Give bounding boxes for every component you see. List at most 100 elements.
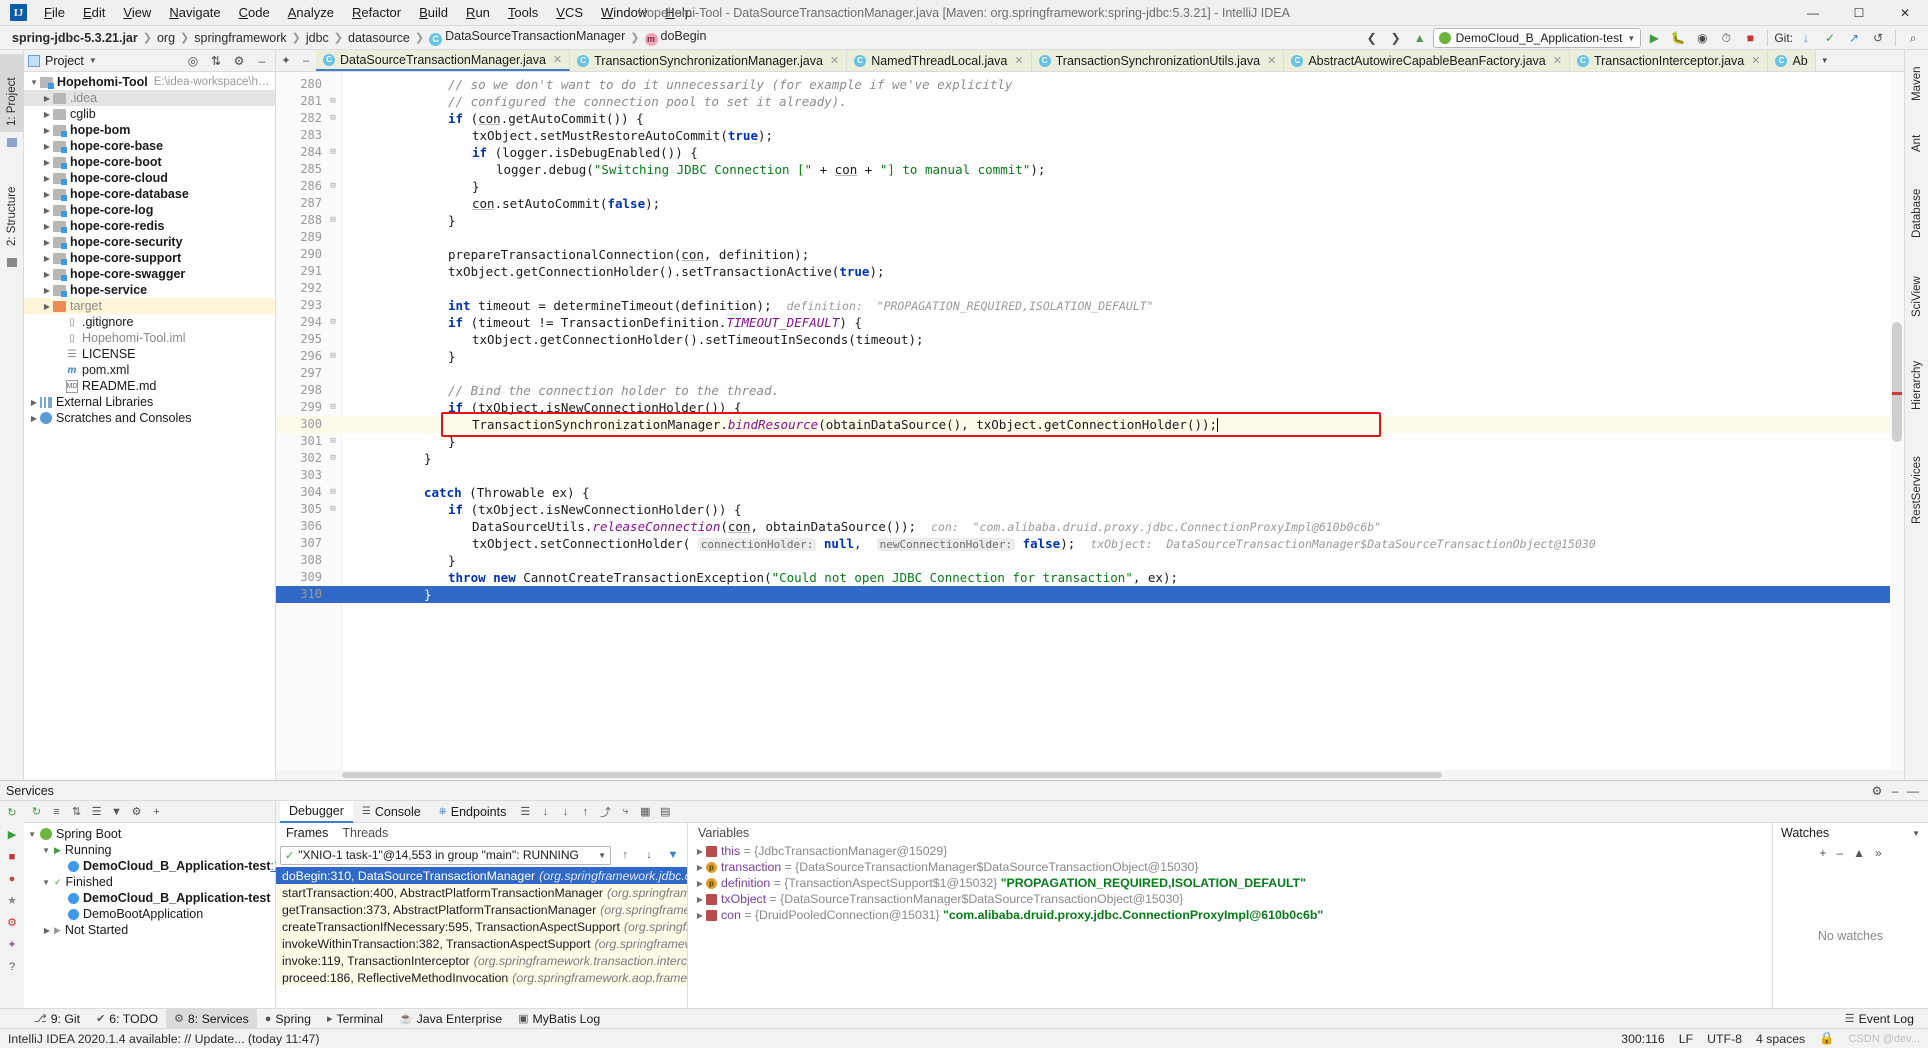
help-icon[interactable]: ? <box>5 959 20 974</box>
project-tree-item[interactable]: ▶ hope-core-database <box>24 186 275 202</box>
expand-arrow-icon[interactable]: ▶ <box>41 254 53 263</box>
close-tab-icon[interactable]: ✕ <box>553 53 562 66</box>
minimize-button[interactable]: — <box>1790 0 1836 26</box>
group-icon[interactable]: ☰ <box>88 803 105 820</box>
breadcrumb-item-2[interactable]: springframework <box>190 31 290 45</box>
project-tree-item[interactable]: ▶ Scratches and Consoles <box>24 410 275 426</box>
maximize-button[interactable]: ☐ <box>1836 0 1882 26</box>
menu-item-run[interactable]: Run <box>457 2 499 23</box>
hide-icon[interactable]: – <box>253 52 271 70</box>
chevron-down-icon[interactable]: ▼ <box>1912 829 1920 838</box>
expand-all-icon[interactable]: ≡ <box>48 803 65 820</box>
expand-arrow-icon[interactable]: ▶ <box>41 94 53 103</box>
services-tree-item[interactable]: DemoCloud_B_Application-test <box>24 890 275 906</box>
frames-list[interactable]: doBegin:310, DataSourceTransactionManage… <box>276 867 687 986</box>
code-fold-icon[interactable]: ⊟ <box>328 351 338 361</box>
settings-icon[interactable]: ⚙ <box>230 52 248 70</box>
settings-icon[interactable]: ⚙ <box>1868 782 1886 800</box>
frame-row[interactable]: getTransaction:373, AbstractPlatformTran… <box>276 901 687 918</box>
main-menu[interactable]: File Edit View Navigate Code Analyze Refactor B… <box>35 2 701 23</box>
services-tree-item[interactable]: ▶ ▶ Not Started <box>24 922 275 938</box>
editor-tab-2[interactable]: C NamedThreadLocal.java ✕ <box>847 50 1032 71</box>
tool-window-java-enterprise[interactable]: ☕ Java Enterprise <box>391 1009 510 1029</box>
variable-row[interactable]: ▶ p transaction = {DataSourceTransactionMa… <box>688 859 1772 875</box>
close-tab-icon[interactable]: ✕ <box>1267 54 1276 67</box>
project-tree-item[interactable]: ▯ .gitignore <box>24 314 275 330</box>
menu-item-file[interactable]: File <box>35 2 74 23</box>
code-line[interactable]: txObject.getConnectionHolder().setTimeou… <box>472 331 924 348</box>
code-line[interactable]: txObject.setMustRestoreAutoCommit(true); <box>472 127 773 144</box>
build-icon[interactable]: ▲ <box>1409 27 1431 49</box>
sidebar-item-project[interactable]: 1: Project <box>0 54 24 132</box>
settings-icon[interactable]: ⚙ <box>128 803 145 820</box>
expand-icon[interactable]: » <box>1875 846 1882 860</box>
code-line[interactable]: if (txObject.isNewConnectionHolder()) { <box>448 501 742 518</box>
close-tab-icon[interactable]: ✕ <box>1014 54 1023 67</box>
frame-row[interactable]: invoke:119, TransactionInterceptor (org.s… <box>276 952 687 969</box>
git-push-icon[interactable]: ↗ <box>1843 27 1865 49</box>
variable-row[interactable]: ▶ this = {JdbcTransactionManager@15029} <box>688 843 1772 859</box>
breadcrumb[interactable]: spring-jdbc-5.3.21.jar ❯ org ❯ springframewo… <box>8 29 710 46</box>
evaluate-icon[interactable]: ⤷ <box>615 802 635 822</box>
frame-row[interactable]: startTransaction:400, AbstractPlatformTr… <box>276 884 687 901</box>
variable-row[interactable]: ▶ txObject = {DataSourceTransactionManage… <box>688 891 1772 907</box>
hide-icon[interactable]: — <box>1904 782 1922 800</box>
code-line[interactable]: logger.debug("Switching JDBC Connection … <box>496 161 1045 178</box>
menu-item-help[interactable]: Help <box>656 2 701 23</box>
expand-arrow-icon[interactable]: ▶ <box>41 126 53 135</box>
variable-row[interactable]: ▶ con = {DruidPooledConnection@15031} "co… <box>688 907 1772 923</box>
editor-vertical-scrollbar[interactable] <box>1890 72 1904 780</box>
caret-position[interactable]: 300:116 <box>1621 1032 1665 1046</box>
favorites-icon[interactable]: ★ <box>5 893 20 908</box>
editor-tab-1[interactable]: C TransactionSynchronizationManager.java ✕ <box>570 50 848 71</box>
remove-watch-icon[interactable]: – <box>1836 846 1843 860</box>
code-line[interactable]: if (con.getAutoCommit()) { <box>448 110 644 127</box>
code-fold-icon[interactable]: ⊟ <box>328 181 338 191</box>
project-tree-item[interactable]: ▶ External Libraries <box>24 394 275 410</box>
expand-arrow-icon[interactable]: ▶ <box>41 174 53 183</box>
expand-arrow-icon[interactable]: ▶ <box>41 142 53 151</box>
project-tree-item[interactable]: ▶ hope-core-support <box>24 250 275 266</box>
filter-icon[interactable]: ▼ <box>108 803 125 820</box>
git-update-icon[interactable]: ↓ <box>1795 27 1817 49</box>
code-line[interactable]: } <box>472 178 480 195</box>
search-everywhere-icon[interactable]: ⌕ <box>1902 27 1924 49</box>
project-tree-item[interactable]: ▶ target <box>24 298 275 314</box>
more-tabs-button[interactable]: ▼ <box>1815 50 1834 71</box>
collapse-all-icon[interactable]: ⇅ <box>207 52 225 70</box>
expand-arrow-icon[interactable]: ▶ <box>41 302 53 311</box>
expand-arrow-icon[interactable]: ▶ <box>694 911 706 920</box>
breadcrumb-item-1[interactable]: org <box>153 31 179 45</box>
variables-list[interactable]: ▶ this = {JdbcTransactionManager@15029} ▶ p… <box>688 843 1772 923</box>
memory-icon[interactable]: ▤ <box>655 802 675 822</box>
back-icon[interactable]: ❮ <box>1361 27 1383 49</box>
code-line[interactable]: int timeout = determineTimeout(definitio… <box>448 297 1154 314</box>
code-line[interactable]: txObject.getConnectionHolder().setTransa… <box>448 263 885 280</box>
code-fold-icon[interactable]: ⊟ <box>328 96 338 106</box>
collapse-all-icon[interactable]: ⇅ <box>68 803 85 820</box>
pin-icon[interactable]: ✦ <box>5 937 20 952</box>
code-fold-icon[interactable]: ⊟ <box>328 113 338 123</box>
expand-arrow-icon[interactable]: ▶ <box>694 863 706 872</box>
editor-horizontal-scrollbar[interactable] <box>276 770 1904 780</box>
editor-tab-6[interactable]: C Ab <box>1768 50 1816 71</box>
add-watch-icon[interactable]: + <box>1819 846 1826 860</box>
add-icon[interactable]: + <box>148 803 165 820</box>
services-tree-item[interactable]: ▼ Spring Boot <box>24 826 275 842</box>
frame-row[interactable]: doBegin:310, DataSourceTransactionManage… <box>276 867 687 884</box>
encoding[interactable]: UTF-8 <box>1707 1032 1742 1046</box>
code-line[interactable]: // so we don't want to do it unnecessari… <box>448 76 1012 93</box>
breadcrumb-item-5[interactable]: C DataSourceTransactionManager <box>425 29 629 46</box>
code-editor[interactable]: 280 // so we don't want to do it unnecess… <box>276 72 1904 780</box>
code-line[interactable]: // Bind the connection holder to the thr… <box>448 382 779 399</box>
debugger-tab-debugger[interactable]: Debugger <box>280 800 353 823</box>
menu-item-code[interactable]: Code <box>230 2 279 23</box>
breadcrumb-item-3[interactable]: jdbc <box>302 31 333 45</box>
project-tree-item[interactable]: ▶ .idea <box>24 90 275 106</box>
code-line[interactable]: con.setAutoCommit(false); <box>472 195 660 212</box>
menu-item-vcs[interactable]: VCS <box>547 2 592 23</box>
close-tab-icon[interactable]: ✕ <box>830 54 839 67</box>
editor-tab-3[interactable]: C TransactionSynchronizationUtils.java ✕ <box>1031 50 1285 71</box>
breadcrumb-item-0[interactable]: spring-jdbc-5.3.21.jar <box>8 31 142 45</box>
menu-item-view[interactable]: View <box>114 2 160 23</box>
